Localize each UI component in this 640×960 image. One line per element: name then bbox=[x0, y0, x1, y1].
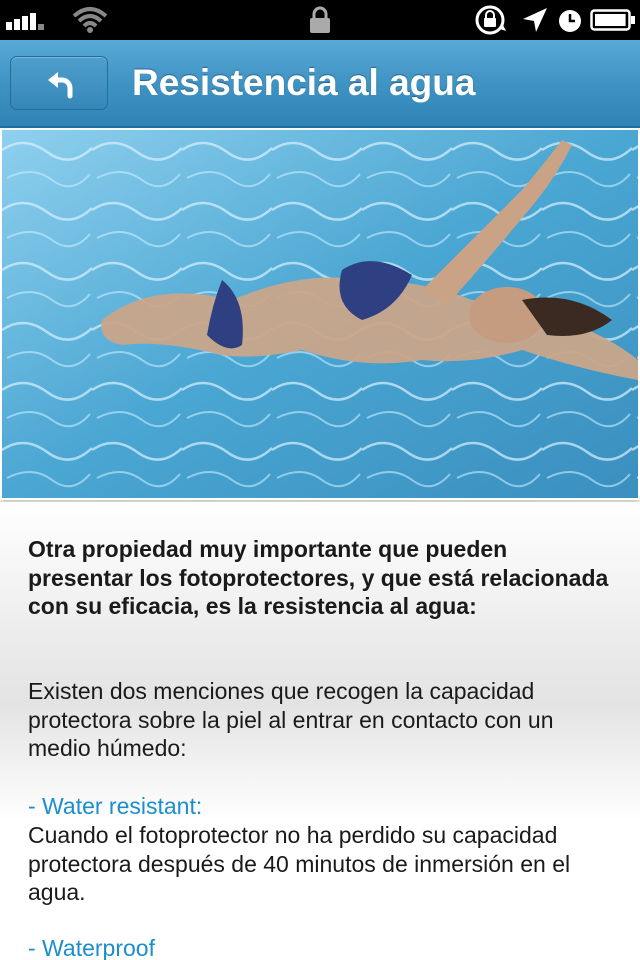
status-bar bbox=[0, 0, 640, 40]
lock-icon bbox=[310, 6, 330, 33]
intro-paragraph-bold: Otra propiedad muy importante que pueden… bbox=[28, 536, 609, 619]
alarm-clock-icon bbox=[559, 10, 581, 32]
signal-bars-icon bbox=[6, 13, 44, 30]
rotation-lock-icon bbox=[475, 5, 506, 35]
section-text-water-resistant: Cuando el fotoprotector no ha perdido su… bbox=[28, 822, 571, 905]
hero-image bbox=[2, 130, 638, 498]
navigation-bar: Resistencia al agua bbox=[0, 40, 640, 128]
back-arrow-icon bbox=[48, 72, 73, 99]
section-heading-waterproof: - Waterproof bbox=[28, 935, 155, 960]
wifi-icon bbox=[72, 7, 108, 33]
battery-icon bbox=[590, 9, 635, 31]
page-title: Resistencia al agua bbox=[132, 62, 476, 103]
article-content: Otra propiedad muy importante que pueden… bbox=[0, 502, 640, 960]
back-button[interactable] bbox=[10, 56, 108, 110]
intro-paragraph: Existen dos menciones que recogen la cap… bbox=[28, 678, 554, 761]
hero-image-frame bbox=[0, 130, 640, 500]
section-heading-water-resistant: - Water resistant: bbox=[28, 793, 203, 819]
woman-floating-in-pool-illustration bbox=[2, 130, 638, 498]
location-arrow-icon bbox=[523, 8, 547, 32]
